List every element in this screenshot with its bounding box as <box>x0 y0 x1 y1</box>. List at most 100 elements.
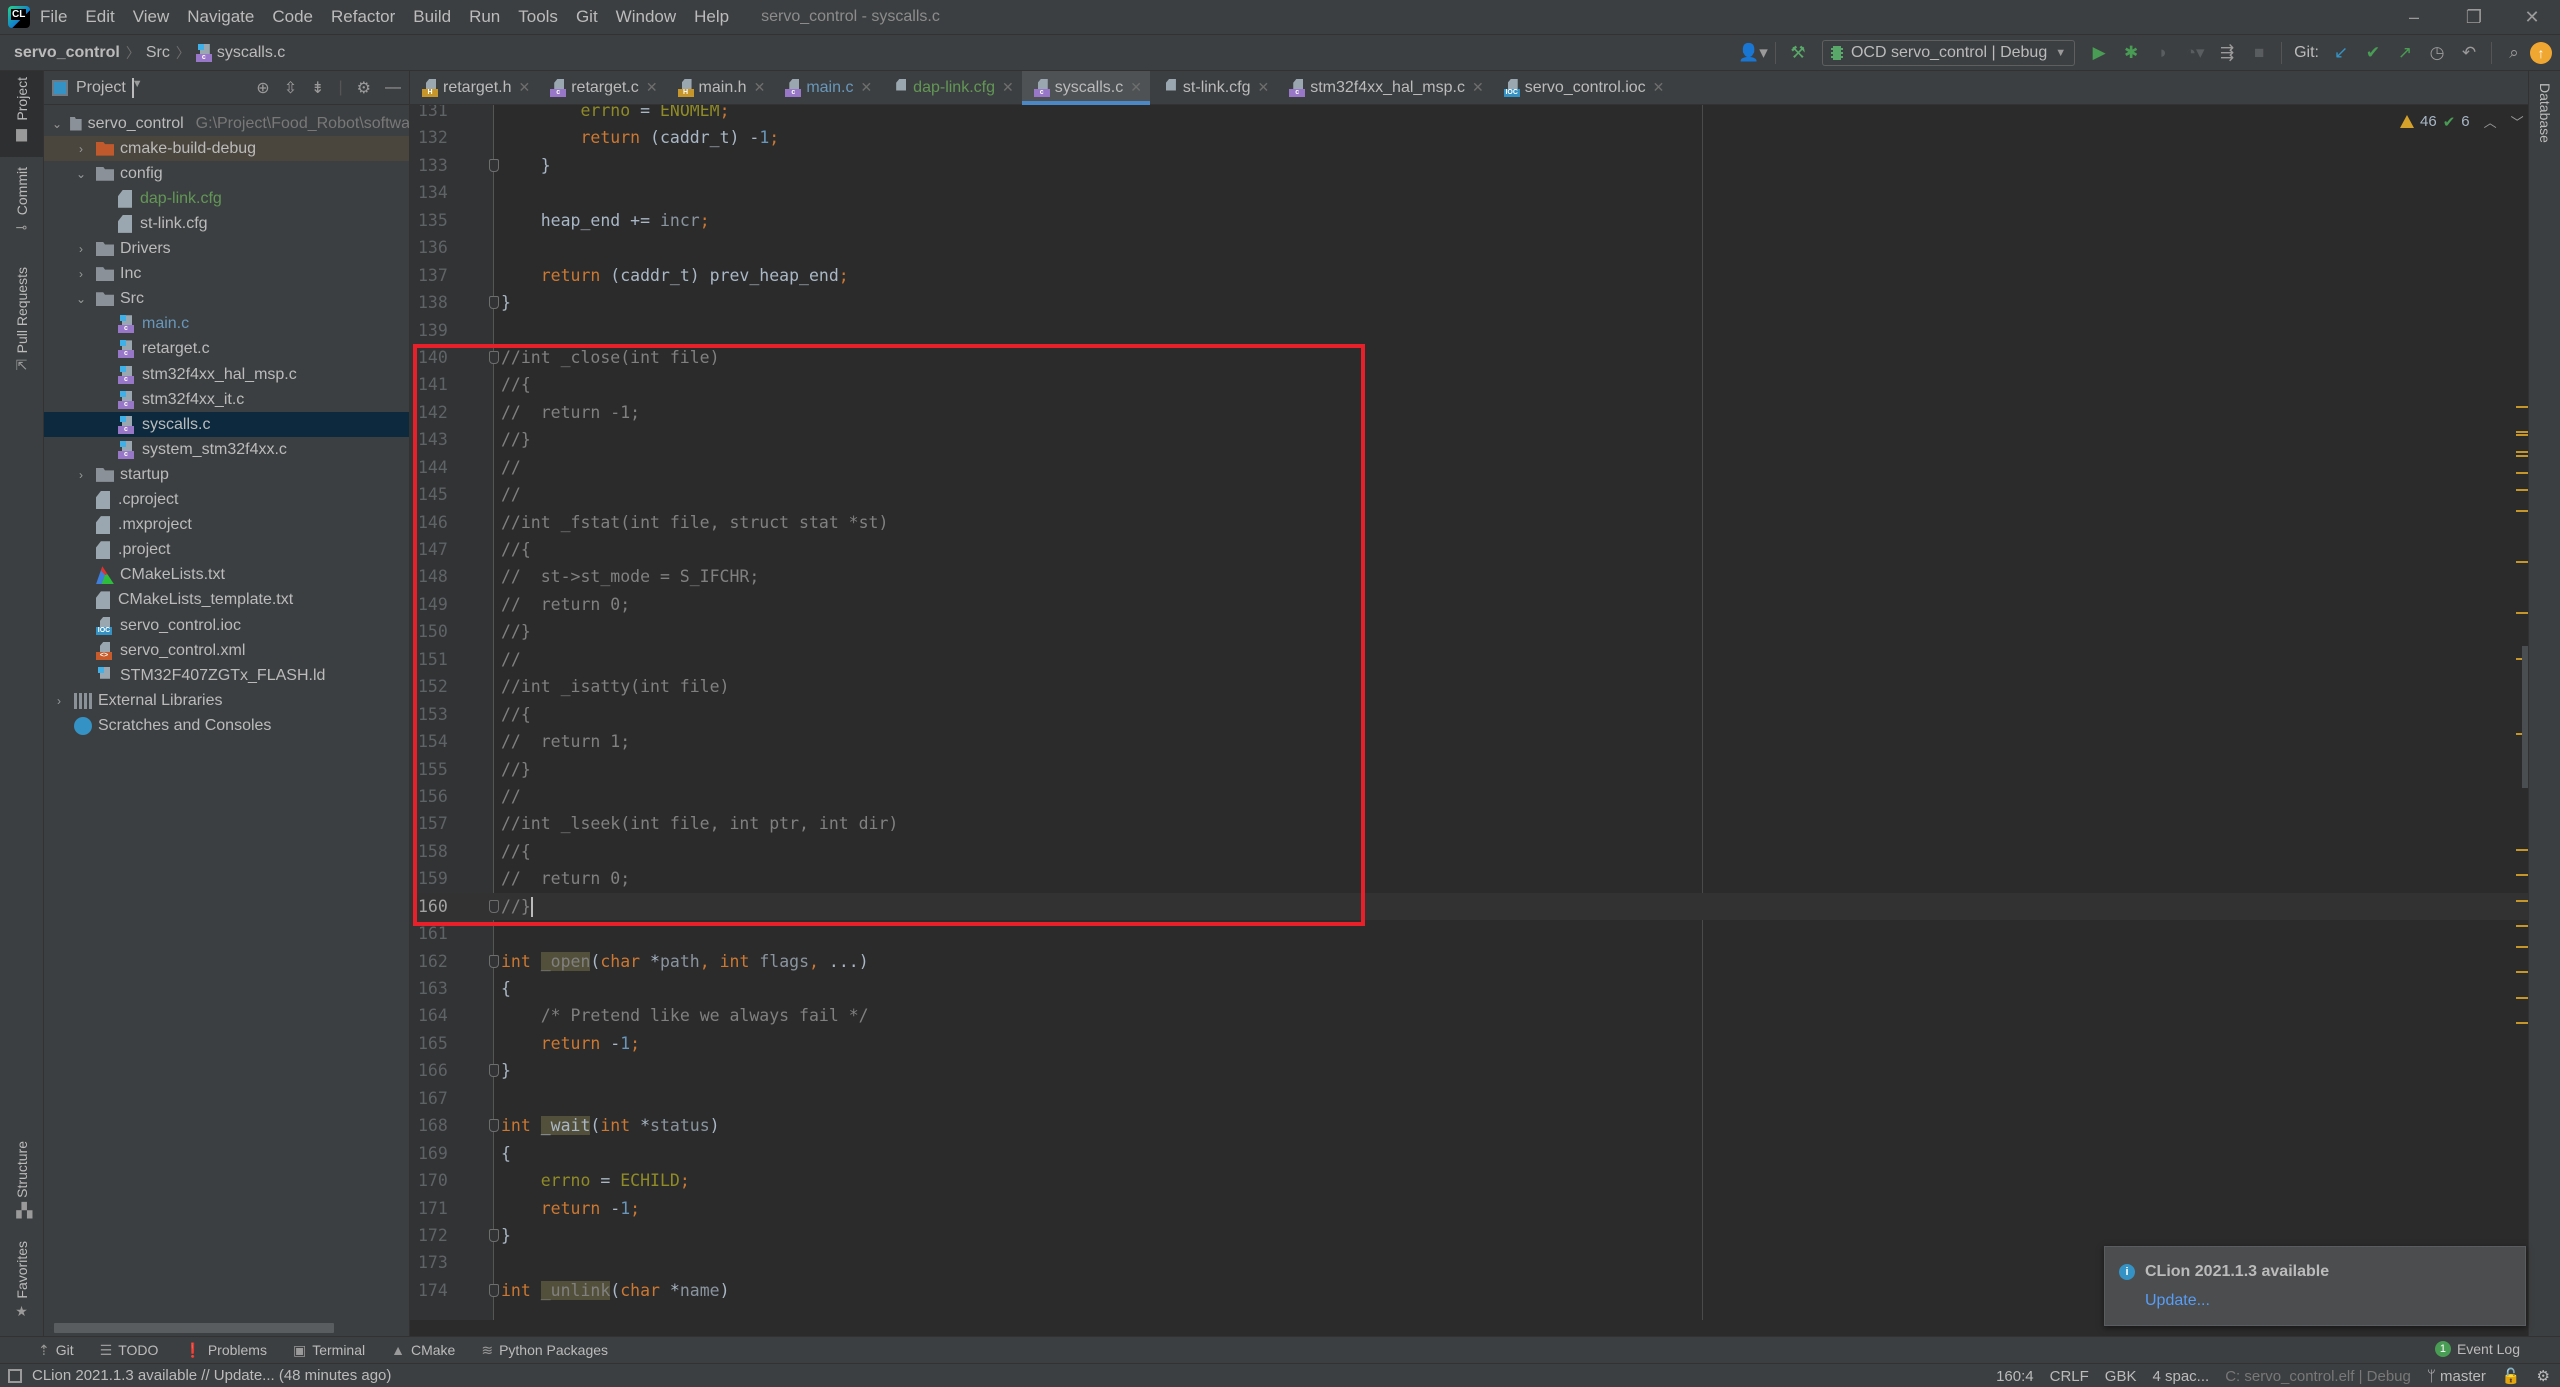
code-line[interactable]: 147 //{ <box>410 536 2528 563</box>
tree-item[interactable]: c stm32f4xx_it.c <box>44 387 409 412</box>
warning-stripe-mark[interactable] <box>2516 925 2528 928</box>
editor-tab[interactable]: IOC servo_control.ioc ✕ <box>1492 71 1673 104</box>
expand-all-icon[interactable]: ⇳ <box>284 78 297 98</box>
code-line[interactable]: 142 // return -1; <box>410 399 2528 426</box>
tree-item[interactable]: c main.c <box>44 312 409 337</box>
tree-item[interactable]: › External Libraries <box>44 688 409 713</box>
close-tab-icon[interactable]: ✕ <box>860 79 872 96</box>
menu-file[interactable]: File <box>40 7 67 27</box>
gear-icon[interactable]: ⚙ <box>357 78 371 98</box>
code-line[interactable]: 168 int _wait(int *status) <box>410 1112 2528 1139</box>
code-line[interactable]: 152 //int _isatty(int file) <box>410 673 2528 700</box>
code-line[interactable]: 169 { <box>410 1140 2528 1167</box>
code-line[interactable]: 135 heap_end += incr; <box>410 207 2528 234</box>
menu-run[interactable]: Run <box>469 7 500 27</box>
fold-marker-icon[interactable] <box>489 954 499 968</box>
warning-stripe-mark[interactable] <box>2516 848 2528 851</box>
code-line[interactable]: 143 //} <box>410 426 2528 453</box>
code-lines[interactable]: 131 errno = ENOMEM; 132 return (caddr_t) … <box>410 105 2528 1304</box>
debug-icon[interactable]: ✱ <box>2116 38 2146 68</box>
code-line[interactable]: 140 //int _close(int file) <box>410 344 2528 371</box>
code-line[interactable]: 161 <box>410 920 2528 947</box>
tool-tab-favorites[interactable]: Favorites ★ <box>0 1241 43 1320</box>
tree-item[interactable]: .project <box>44 538 409 563</box>
code-line[interactable]: 163 { <box>410 975 2528 1002</box>
code-line[interactable]: 145 // <box>410 481 2528 508</box>
tool-tab-structure[interactable]: Structure ▗▚ <box>0 1141 43 1219</box>
update-link[interactable]: Update... <box>2145 1292 2210 1310</box>
warning-stripe-mark[interactable] <box>2516 434 2528 437</box>
code-line[interactable]: 162 int _open(char *path, int flags, ...) <box>410 948 2528 975</box>
code-line[interactable]: 134 <box>410 179 2528 206</box>
hide-panel-icon[interactable]: — <box>385 79 401 97</box>
warning-stripe-mark[interactable] <box>2516 509 2528 512</box>
tree-item[interactable]: <> servo_control.xml <box>44 638 409 663</box>
tree-item[interactable]: c retarget.c <box>44 337 409 362</box>
chevron-down-icon[interactable]: ⌄ <box>74 167 88 181</box>
warning-stripe-mark[interactable] <box>2516 560 2528 563</box>
tree-item[interactable]: › cmake-build-debug <box>44 136 409 162</box>
menu-tools[interactable]: Tools <box>518 7 558 27</box>
chevron-right-icon[interactable]: › <box>74 468 88 482</box>
warning-stripe-mark[interactable] <box>2516 454 2528 457</box>
code-line[interactable]: 166} <box>410 1057 2528 1084</box>
tool-tab-pull-requests[interactable]: Pull Requests ⇱ <box>0 267 43 374</box>
search-icon[interactable]: ⌕ <box>2499 38 2529 68</box>
build-hammer-icon[interactable]: ⚒ <box>1783 38 1813 68</box>
code-line[interactable]: 150 //} <box>410 618 2528 645</box>
history-icon[interactable]: ◷ <box>2422 38 2452 68</box>
code-line[interactable]: 144 // <box>410 454 2528 481</box>
file-encoding[interactable]: GBK <box>2105 1368 2137 1385</box>
menu-navigate[interactable]: Navigate <box>187 7 254 27</box>
menu-window[interactable]: Window <box>616 7 676 27</box>
line-separator[interactable]: CRLF <box>2050 1368 2089 1385</box>
restore-button[interactable]: ❐ <box>2446 0 2502 35</box>
attach-icon[interactable]: ⇶ <box>2212 38 2242 68</box>
warning-stripe-mark[interactable] <box>2516 611 2528 614</box>
tree-item[interactable]: ⌄ servo_control G:\Project\Food_Robot\soft… <box>44 111 409 136</box>
inspector-icon[interactable]: ⚙ <box>2537 1367 2550 1385</box>
code-line[interactable]: 155 //} <box>410 756 2528 783</box>
warning-stripe-mark[interactable] <box>2516 451 2528 454</box>
code-line[interactable]: 159 // return 0; <box>410 865 2528 892</box>
minimize-button[interactable]: – <box>2386 0 2442 35</box>
user-icon[interactable]: 👤▾ <box>1738 38 1768 68</box>
warning-stripe-mark[interactable] <box>2516 945 2528 948</box>
git-push-icon[interactable]: ↗ <box>2390 38 2420 68</box>
code-line[interactable]: 170 errno = ECHILD; <box>410 1167 2528 1194</box>
tree-item[interactable]: .cproject <box>44 488 409 513</box>
editor-tab[interactable]: Hretarget.h ✕ <box>410 71 538 104</box>
tool-window-cmake[interactable]: ▲ CMake <box>391 1342 455 1358</box>
chevron-down-icon[interactable]: ⌄ <box>52 117 62 131</box>
editor-tab[interactable]: c syscalls.c ✕ <box>1021 71 1151 105</box>
code-line[interactable]: 156 // <box>410 783 2528 810</box>
event-log-button[interactable]: 1 Event Log <box>2434 1341 2520 1357</box>
chevron-right-icon[interactable]: › <box>74 267 88 281</box>
previous-highlight-icon[interactable]: ︿ <box>2484 112 2497 131</box>
tool-tab-commit[interactable]: Commit ⊸ <box>0 167 43 236</box>
breadcrumb-project[interactable]: servo_control <box>14 44 120 62</box>
code-line[interactable]: 171 return -1; <box>410 1195 2528 1222</box>
editor-tab[interactable]: c retarget.c ✕ <box>538 71 665 104</box>
code-line[interactable]: 167 <box>410 1085 2528 1112</box>
close-tab-icon[interactable]: ✕ <box>646 79 658 96</box>
fold-marker-icon[interactable] <box>489 350 499 364</box>
run-icon[interactable]: ▶ <box>2084 38 2114 68</box>
locate-file-icon[interactable]: ⊕ <box>256 78 269 98</box>
code-line[interactable]: 148 // st->st_mode = S_IFCHR; <box>410 563 2528 590</box>
close-tab-icon[interactable]: ✕ <box>1258 79 1270 96</box>
close-window-button[interactable]: ✕ <box>2504 0 2560 35</box>
chevron-right-icon[interactable]: › <box>74 242 88 256</box>
breadcrumb-file[interactable]: syscalls.c <box>217 44 285 62</box>
tree-item[interactable]: .mxproject <box>44 513 409 538</box>
tree-item[interactable]: › Drivers <box>44 237 409 262</box>
fold-marker-icon[interactable] <box>489 296 499 310</box>
code-line[interactable]: 165 return -1; <box>410 1030 2528 1057</box>
fold-marker-icon[interactable] <box>489 1064 499 1078</box>
stop-icon[interactable]: ■ <box>2244 38 2274 68</box>
rollback-icon[interactable]: ↶ <box>2454 38 2484 68</box>
editor-tab[interactable]: dap-link.cfg ✕ <box>880 71 1022 104</box>
chevron-right-icon[interactable]: › <box>52 694 66 708</box>
caret-position[interactable]: 160:4 <box>1996 1368 2034 1385</box>
warning-stripe-mark[interactable] <box>2516 430 2528 433</box>
